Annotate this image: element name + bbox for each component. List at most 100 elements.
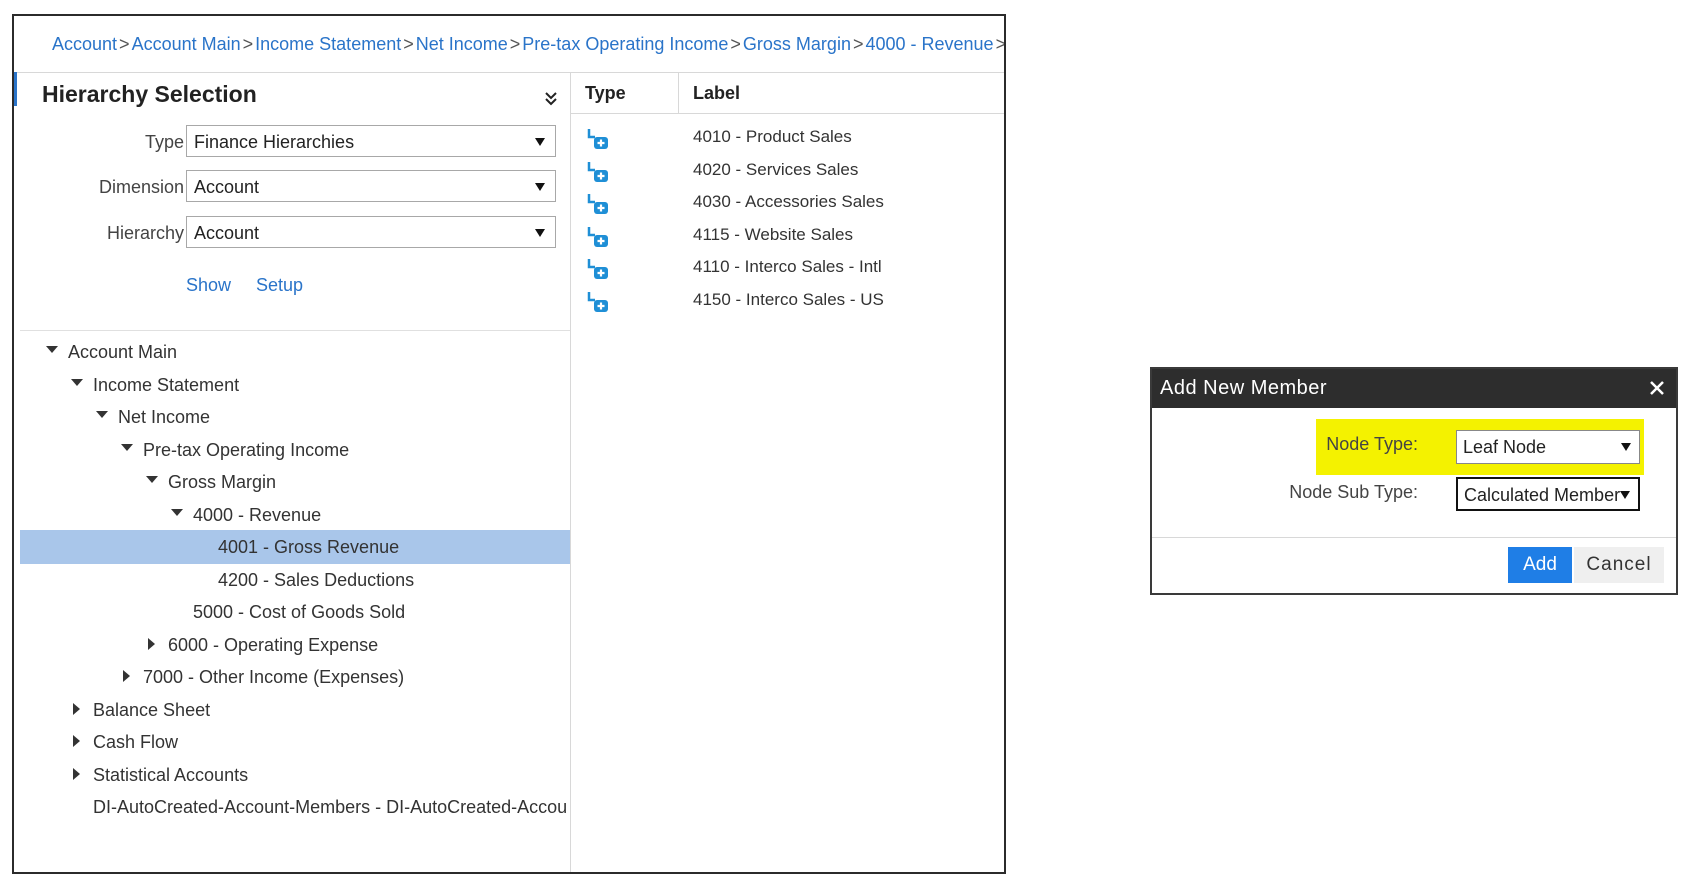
tree-item[interactable]: Statistical Accounts xyxy=(20,758,570,792)
type-label: Type xyxy=(144,132,184,152)
type-select[interactable]: Finance Hierarchies xyxy=(186,125,556,157)
grid-row-label: 4010 - Product Sales xyxy=(693,127,852,146)
breadcrumb-item-income-statement[interactable]: Income Statement xyxy=(255,34,401,55)
breadcrumb-item-account-main[interactable]: Account Main xyxy=(132,34,241,55)
tree-item[interactable]: Gross Margin xyxy=(20,465,570,499)
tree-item-label: Statistical Accounts xyxy=(93,764,249,785)
caret-right-icon[interactable] xyxy=(73,767,80,780)
dialog-title: Add New Member xyxy=(1160,377,1328,399)
grid-row-label: 4020 - Services Sales xyxy=(693,159,859,179)
tree-item[interactable]: 4200 - Sales Deductions xyxy=(20,563,570,597)
tree-item[interactable]: 4001 - Gross Revenue xyxy=(20,530,570,564)
caret-down-icon[interactable] xyxy=(121,443,133,451)
cancel-button[interactable]: Cancel xyxy=(1574,547,1664,583)
tree-item-label: Net Income xyxy=(118,407,211,427)
tree-item-label: Balance Sheet xyxy=(93,699,211,720)
caret-down-icon[interactable] xyxy=(96,411,108,418)
breadcrumb-separator: > xyxy=(730,33,741,54)
caret-right-icon[interactable] xyxy=(148,637,155,650)
add-member-icon xyxy=(587,291,608,312)
node-sub-type-select-value: Calculated Member xyxy=(1464,485,1621,505)
tree-item[interactable]: 4000 - Revenue xyxy=(20,498,570,532)
breadcrumb-separator: > xyxy=(509,33,521,54)
tree-item-label: 4000 - Revenue xyxy=(193,504,322,525)
caret-down-icon[interactable] xyxy=(146,476,158,483)
breadcrumb-item-gross-margin[interactable]: Gross Margin xyxy=(743,34,851,55)
hierarchy-selection-panel: Hierarchy Selection Type Finance Hierarc… xyxy=(14,73,570,333)
add-member-icon xyxy=(587,161,608,182)
breadcrumb-item-pretax-operating-income[interactable]: Pre-tax Operating Income xyxy=(522,34,728,55)
tree-item-label: 6000 - Operating Expense xyxy=(168,634,379,655)
caret-down-icon[interactable] xyxy=(46,346,58,353)
caret-right-icon[interactable] xyxy=(73,735,80,747)
node-sub-type-select[interactable]: Calculated Member xyxy=(1456,477,1640,511)
grid-row[interactable]: 4110 - Interco Sales - Intl xyxy=(571,250,1004,284)
show-link[interactable]: Show xyxy=(186,275,231,296)
tree-item[interactable]: 6000 - Operating Expense xyxy=(20,628,570,662)
tree-item[interactable]: 7000 - Other Income (Expenses) xyxy=(20,660,570,694)
add-button[interactable]: Add xyxy=(1508,547,1572,583)
column-header-type[interactable]: Type xyxy=(585,83,626,104)
add-member-icon xyxy=(587,129,608,149)
breadcrumb-separator: > xyxy=(996,34,1004,55)
tree-item[interactable]: DI-AutoCreated-Account-Members - DI-Auto… xyxy=(20,790,570,824)
tree-item-label: 4200 - Sales Deductions xyxy=(218,569,415,590)
caret-right-icon[interactable] xyxy=(73,702,80,715)
panel-title: Hierarchy Selection xyxy=(42,81,257,107)
tree-item-label: Income Statement xyxy=(93,374,240,395)
column-header-label[interactable]: Label xyxy=(693,83,740,104)
members-grid: Type Label 4010 - Product Sales 4020 - Se… xyxy=(570,73,1004,872)
grid-row[interactable]: 4030 - Accessories Sales xyxy=(571,185,1004,219)
breadcrumb-item-net-income[interactable]: Net Income xyxy=(416,34,508,55)
tree-item[interactable]: Income Statement xyxy=(20,368,570,402)
breadcrumb-separator: > xyxy=(852,33,864,54)
hierarchy-select[interactable]: Account xyxy=(186,216,556,248)
tree-item[interactable]: Balance Sheet xyxy=(20,693,570,727)
main-window: Account > Account Main > Income Statemen… xyxy=(12,14,1006,874)
dropdown-arrow-icon xyxy=(535,138,545,146)
tree-item-label: 7000 - Other Income (Expenses) xyxy=(143,667,405,687)
hierarchy-tree: Account Main Income Statement Net Income Pr… xyxy=(20,330,571,872)
hierarchy-select-value: Account xyxy=(194,223,260,243)
dropdown-arrow-icon xyxy=(535,229,545,237)
caret-down-icon[interactable] xyxy=(171,508,183,516)
node-sub-type-label: Node Sub Type: xyxy=(1289,482,1418,502)
tree-item-label: 4001 - Gross Revenue xyxy=(218,537,400,557)
breadcrumb-item-revenue[interactable]: 4000 - Revenue xyxy=(865,34,993,55)
grid-row-label: 4110 - Interco Sales - Intl xyxy=(693,257,882,276)
dropdown-arrow-icon xyxy=(535,183,545,191)
tree-item[interactable]: Pre-tax Operating Income xyxy=(20,433,570,467)
breadcrumb-separator: > xyxy=(242,33,254,54)
dialog-titlebar[interactable]: Add New Member xyxy=(1152,369,1676,408)
grid-row[interactable]: 4115 - Website Sales xyxy=(571,218,1004,252)
grid-row[interactable]: 4010 - Product Sales xyxy=(571,120,1004,154)
tree-item[interactable]: Cash Flow xyxy=(20,725,570,759)
hierarchy-row: Hierarchy Account xyxy=(14,216,570,250)
dimension-label: Dimension xyxy=(98,177,184,197)
tree-item[interactable]: 5000 - Cost of Goods Sold xyxy=(20,595,570,629)
breadcrumb: Account > Account Main > Income Statemen… xyxy=(14,16,1004,73)
breadcrumb-separator: > xyxy=(119,33,130,54)
tree-item-label: Gross Margin xyxy=(168,472,277,492)
tree-item-label: Pre-tax Operating Income xyxy=(143,439,350,460)
setup-link[interactable]: Setup xyxy=(256,275,303,296)
dimension-select[interactable]: Account xyxy=(186,170,556,202)
tree-item[interactable]: Net Income xyxy=(20,400,570,434)
close-icon[interactable] xyxy=(1646,377,1668,399)
double-chevron-down-icon[interactable] xyxy=(544,91,558,107)
add-member-icon xyxy=(587,226,608,247)
column-divider[interactable] xyxy=(678,73,679,113)
breadcrumb-item-account[interactable]: Account xyxy=(52,34,117,55)
grid-row[interactable]: 4150 - Interco Sales - US xyxy=(571,283,1004,317)
grid-row[interactable]: 4020 - Services Sales xyxy=(571,153,1004,187)
node-type-select[interactable]: Leaf Node xyxy=(1456,430,1640,464)
caret-right-icon[interactable] xyxy=(123,670,130,682)
caret-down-icon[interactable] xyxy=(71,378,83,386)
dialog-footer-divider xyxy=(1152,537,1676,538)
node-type-label: Node Type: xyxy=(1326,434,1418,454)
dropdown-arrow-icon xyxy=(1620,491,1630,499)
tree-item[interactable]: Account Main xyxy=(20,335,570,369)
add-member-icon xyxy=(587,194,608,214)
add-member-icon xyxy=(587,259,608,279)
type-row: Type Finance Hierarchies xyxy=(14,125,570,159)
